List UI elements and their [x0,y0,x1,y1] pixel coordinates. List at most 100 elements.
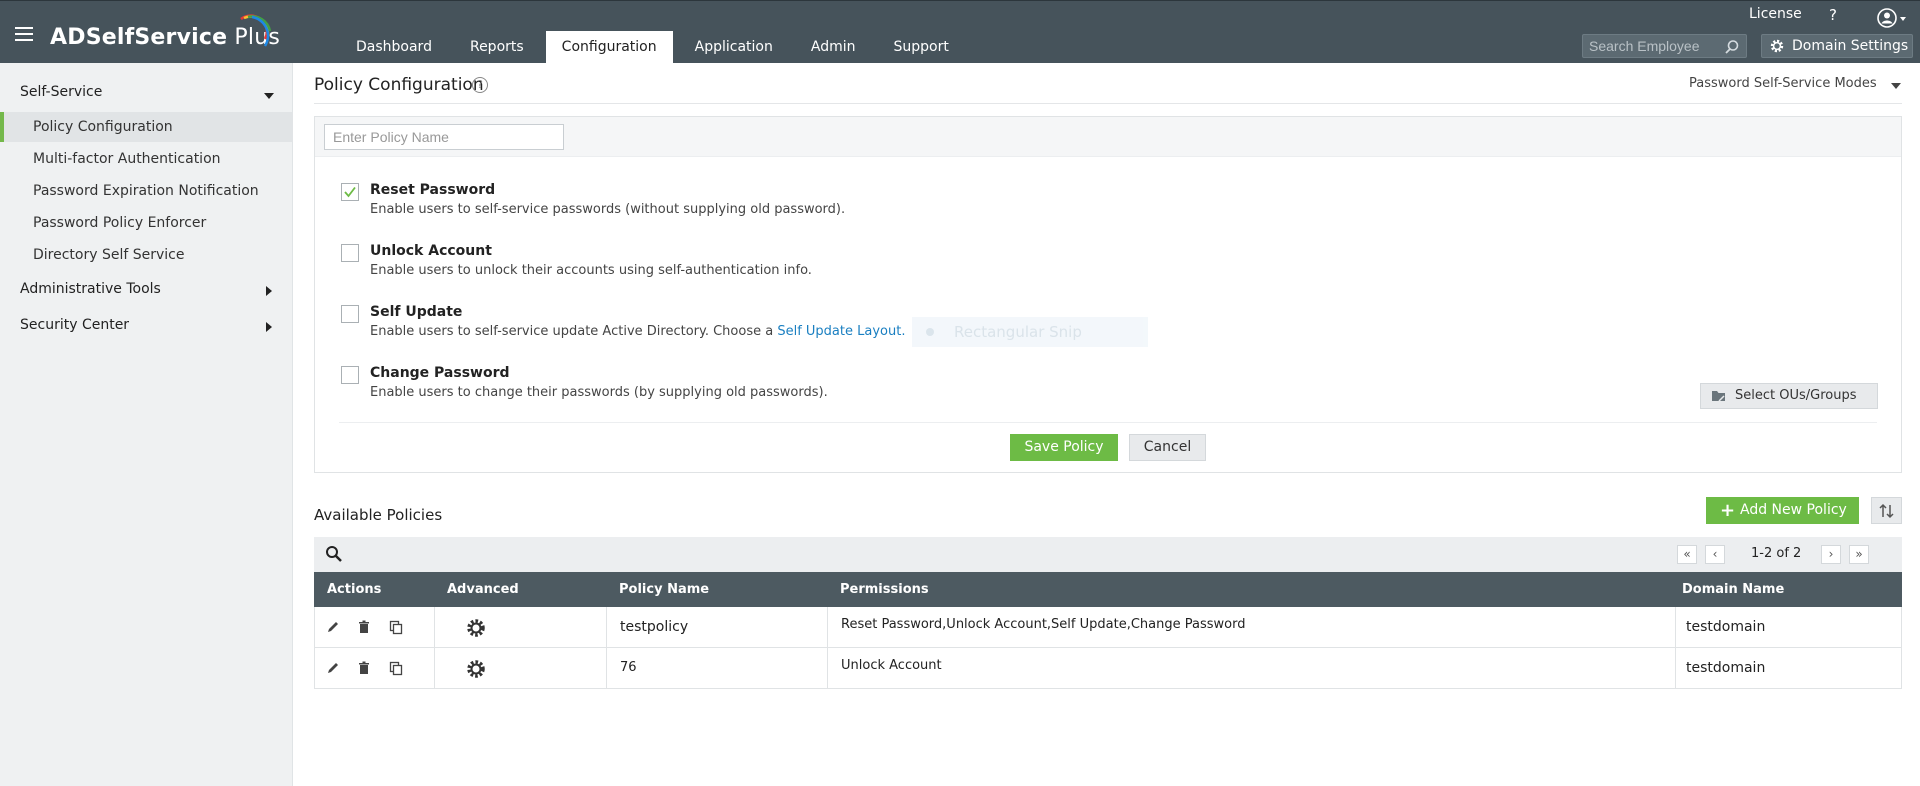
copy-icon[interactable] [388,619,404,635]
option-title: Reset Password [370,182,496,198]
delete-icon[interactable] [356,619,372,635]
column-advanced: Advanced [447,582,519,597]
menu-icon[interactable] [15,27,33,41]
table-row: 76 Unlock Account testdomain [314,648,1902,689]
sidebar: Self-Service Policy Configuration Multi-… [0,63,293,786]
caret-right-icon[interactable] [266,286,272,296]
domain-name-cell: testdomain [1686,619,1766,635]
tab-configuration[interactable]: Configuration [545,31,673,64]
add-new-policy-button[interactable]: + Add New Policy [1706,497,1859,524]
sort-button[interactable] [1871,497,1902,524]
policy-name-cell[interactable]: 76 [620,648,637,688]
unlock-account-checkbox[interactable] [341,244,359,262]
sidebar-item-policy-configuration[interactable]: Policy Configuration [0,112,293,142]
caret-down-icon[interactable] [264,93,274,99]
pagination-info: 1-2 of 2 [1751,546,1802,561]
table-header: Actions Advanced Policy Name Permissions… [314,572,1902,607]
divider [339,422,1877,423]
first-page-button[interactable]: « [1677,545,1697,564]
available-policies-title: Available Policies [314,506,443,524]
caret-down-icon[interactable] [1891,83,1901,89]
change-password-checkbox[interactable] [341,366,359,384]
divider [314,103,1902,104]
option-title: Unlock Account [370,243,492,259]
option-description: Enable users to self-service update Acti… [370,324,905,339]
advanced-settings-gear-icon[interactable] [465,658,487,680]
app-title-main: ADSelfService [50,25,228,50]
domain-settings-label: Domain Settings [1792,38,1909,54]
cancel-button[interactable]: Cancel [1129,434,1206,461]
policy-name-cell[interactable]: testpolicy [620,607,688,647]
reset-password-checkbox[interactable] [341,183,359,201]
option-description: Enable users to change their passwords (… [370,385,828,400]
column-actions: Actions [327,582,382,597]
option-title: Change Password [370,365,510,381]
sidebar-section-security-center[interactable]: Security Center [20,317,129,333]
edit-icon[interactable] [325,660,341,676]
option-unlock-account: Unlock Account Enable users to unlock th… [341,243,1441,287]
sidebar-section-self-service[interactable]: Self-Service [20,84,102,100]
divider [827,607,828,647]
license-link[interactable]: License [1749,6,1802,22]
copy-icon[interactable] [388,660,404,676]
rectangular-snip-overlay[interactable]: Rectangular Snip [912,317,1148,347]
option-reset-password: Reset Password Enable users to self-serv… [341,182,1441,226]
user-avatar-icon[interactable] [1876,7,1908,29]
password-modes-dropdown[interactable]: Password Self-Service Modes [1689,76,1877,91]
policy-name-bar [315,117,1901,157]
divider [1675,648,1676,688]
checkmark-icon [344,186,356,198]
domain-name-cell: testdomain [1686,660,1766,676]
sort-icon [1879,503,1894,519]
permissions-cell: Unlock Account [841,658,942,673]
employee-search-input[interactable] [1589,37,1719,55]
page-title: Policy Configuration [314,75,484,95]
edit-icon[interactable] [325,619,341,635]
plus-icon: + [1720,500,1736,521]
select-ous-groups-button[interactable]: Select OUs/Groups [1700,383,1878,409]
last-page-button[interactable]: » [1849,545,1869,564]
sidebar-item-directory-self-service[interactable]: Directory Self Service [0,240,293,270]
table-search-icon[interactable] [325,545,343,563]
save-policy-button[interactable]: Save Policy [1010,434,1118,461]
sidebar-item-mfa[interactable]: Multi-factor Authentication [0,144,293,174]
column-domain-name[interactable]: Domain Name [1682,572,1784,607]
main-nav: Dashboard Reports Configuration Applicat… [340,31,971,64]
delete-icon[interactable] [356,660,372,676]
caret-right-icon[interactable] [266,322,272,332]
sidebar-item-password-policy-enforcer[interactable]: Password Policy Enforcer [0,208,293,238]
tab-dashboard[interactable]: Dashboard [340,31,448,64]
next-page-button[interactable]: › [1821,545,1841,564]
tab-support[interactable]: Support [877,31,964,64]
employee-search [1582,34,1747,58]
option-change-password: Change Password Enable users to change t… [341,365,1441,409]
sidebar-section-admin-tools[interactable]: Administrative Tools [20,281,161,297]
table-toolbar: « ‹ 1-2 of 2 › » [314,537,1902,572]
add-new-policy-label: Add New Policy [1740,502,1847,518]
tab-reports[interactable]: Reports [454,31,540,64]
divider [827,648,828,688]
tab-application[interactable]: Application [679,31,789,64]
advanced-settings-gear-icon[interactable] [465,617,487,639]
help-link[interactable]: ? [1829,6,1837,24]
help-icon[interactable]: ? [472,77,488,93]
divider [606,648,607,688]
self-update-layout-link[interactable]: Self Update Layout. [777,324,905,339]
policy-name-input[interactable] [324,124,564,150]
top-bar: ADSelfService Plus Dashboard Reports Con… [0,0,1920,64]
logo-arc-icon [240,14,272,47]
column-permissions[interactable]: Permissions [840,572,929,607]
table-row: testpolicy Reset Password,Unlock Account… [314,607,1902,648]
policy-config-panel: Reset Password Enable users to self-serv… [314,116,1902,473]
divider [606,607,607,647]
gear-icon [1770,39,1784,53]
permissions-cell: Reset Password,Unlock Account,Self Updat… [841,617,1246,632]
tab-admin[interactable]: Admin [795,31,872,64]
sidebar-item-password-expiration[interactable]: Password Expiration Notification [0,176,293,206]
divider [1675,607,1676,647]
prev-page-button[interactable]: ‹ [1705,545,1725,564]
search-icon[interactable] [1724,39,1740,55]
self-update-checkbox[interactable] [341,305,359,323]
column-policy-name[interactable]: Policy Name [619,572,709,607]
domain-settings-button[interactable]: Domain Settings [1761,34,1913,58]
